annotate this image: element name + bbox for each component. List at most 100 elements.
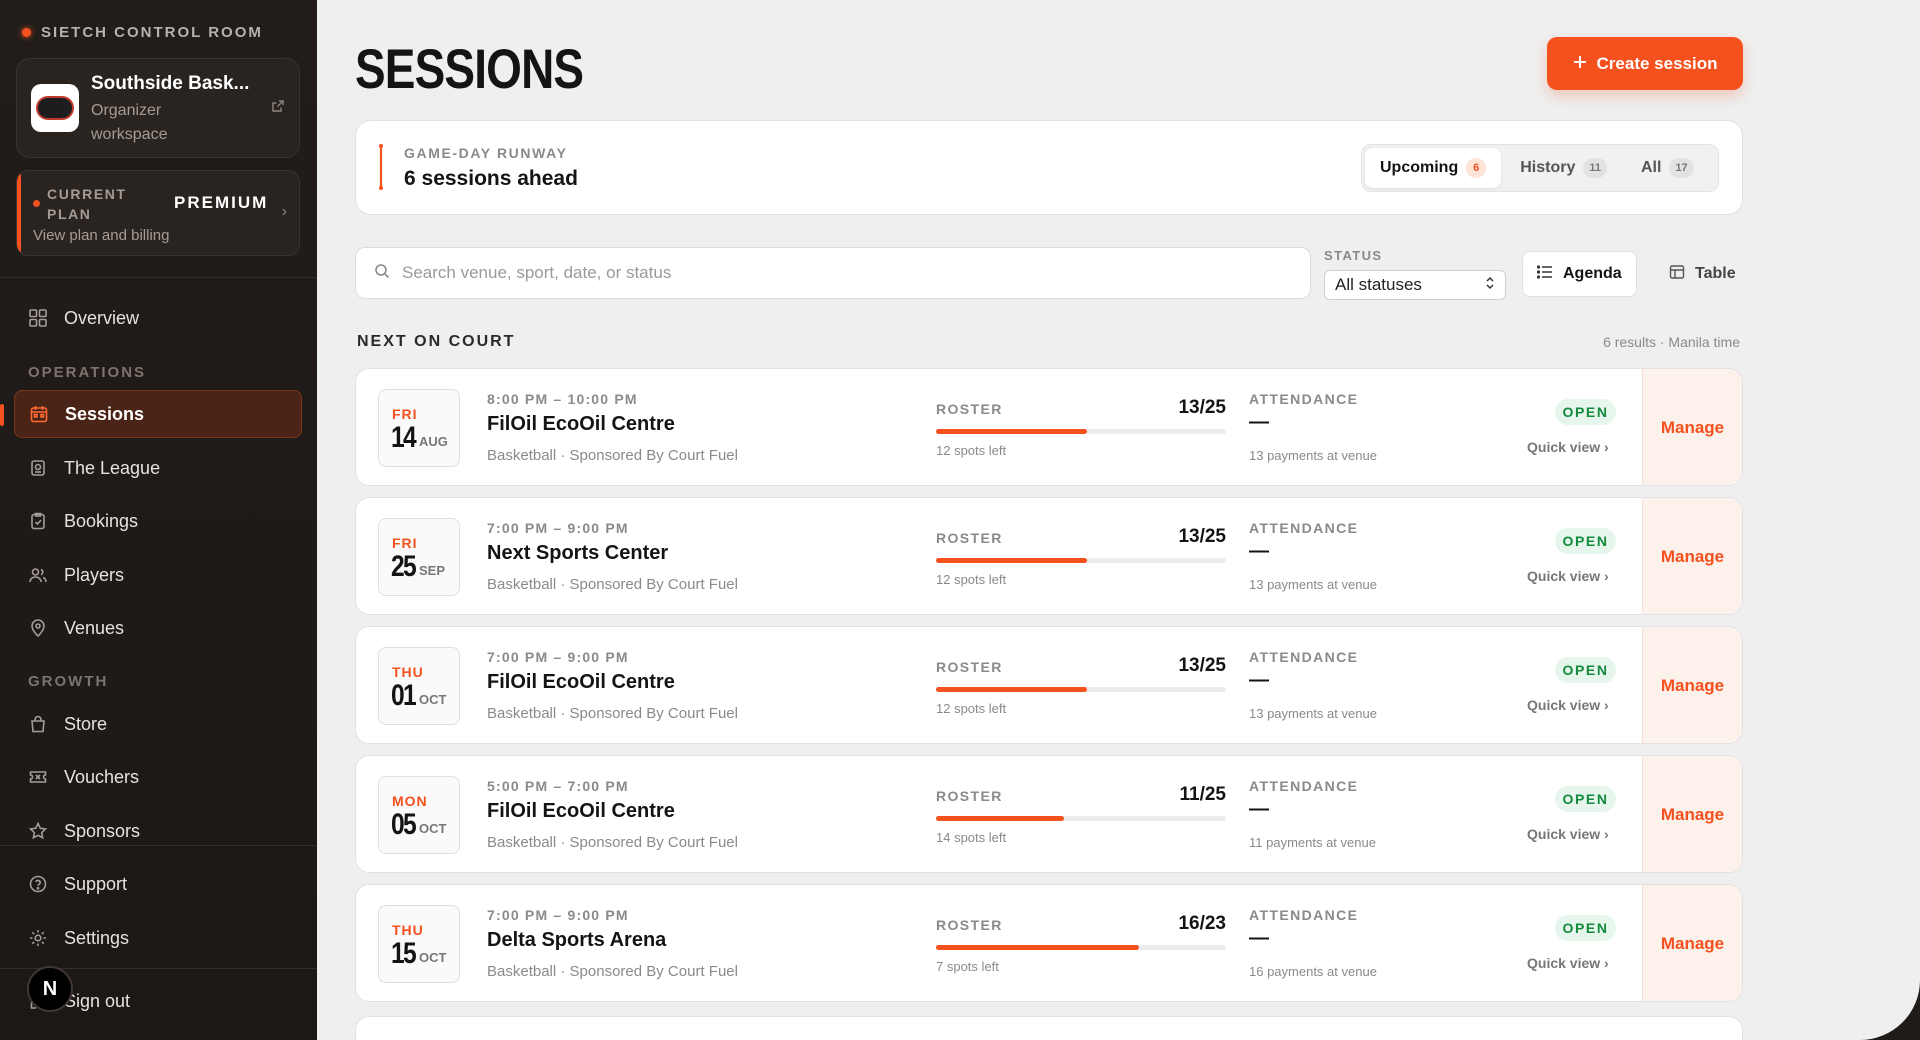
quick-view-link[interactable]: Quick view ›	[1527, 826, 1609, 842]
payments-at-venue: 13 payments at venue	[1249, 448, 1377, 463]
sidebar-item-players[interactable]: Players	[14, 551, 302, 599]
roster-label: ROSTER	[936, 659, 1003, 675]
attendance-label: ATTENDANCE	[1249, 907, 1359, 923]
attendance-label: ATTENDANCE	[1249, 778, 1359, 794]
section-title: NEXT ON COURT	[357, 333, 516, 350]
spots-left: 12 spots left	[936, 443, 1007, 458]
sidebar-item-label: Overview	[64, 307, 140, 328]
results-count: 6 results · Manila time	[1603, 334, 1740, 350]
manage-button[interactable]: Manage	[1642, 627, 1742, 743]
view-agenda-button[interactable]: Agenda	[1522, 251, 1637, 297]
sidebar-item-league[interactable]: The League	[14, 444, 302, 492]
nav-section-growth: GROWTH	[28, 673, 109, 690]
attendance-value: —	[1249, 798, 1269, 820]
month: OCT	[419, 821, 447, 836]
avatar[interactable]: N	[27, 966, 73, 1012]
day-number: 14	[391, 421, 417, 454]
roster-count: 11/25	[1179, 784, 1227, 805]
session-card[interactable]: THU 01 OCT 7:00 PM – 9:00 PM FilOil EcoOil C…	[355, 626, 1743, 744]
roster-progress-fill	[936, 429, 1087, 434]
sidebar-item-overview[interactable]: Overview	[14, 294, 302, 342]
status-select[interactable]: All statuses	[1324, 270, 1506, 300]
sidebar-item-label: Players	[64, 564, 125, 585]
quick-view-link[interactable]: Quick view ›	[1527, 439, 1609, 455]
tab-history[interactable]: History 11	[1505, 148, 1622, 188]
table-icon	[1669, 264, 1685, 285]
brand-text: SIETCH CONTROL ROOM	[41, 24, 263, 41]
org-switcher[interactable]: Southside Bask... Organizer workspace	[16, 58, 300, 158]
roster-label: ROSTER	[936, 530, 1003, 546]
date-badge: FRI 14 AUG	[378, 389, 460, 467]
sidebar-item-support[interactable]: Support	[14, 860, 302, 908]
manage-button[interactable]: Manage	[1642, 885, 1742, 1001]
session-time: 7:00 PM – 9:00 PM	[487, 520, 629, 536]
bag-icon	[28, 714, 48, 734]
quick-view-link[interactable]: Quick view ›	[1527, 955, 1609, 971]
sidebar-item-sessions[interactable]: Sessions	[14, 390, 302, 438]
roster-label: ROSTER	[936, 788, 1003, 804]
create-session-button[interactable]: Create session	[1547, 37, 1743, 90]
current-plan-card[interactable]: CURRENT PLAN PREMIUM View plan and billi…	[16, 170, 300, 256]
date-badge: MON 05 OCT	[378, 776, 460, 854]
external-link-icon[interactable]	[271, 99, 285, 113]
session-card[interactable]: THU 15 OCT 7:00 PM – 9:00 PM Delta Sports Ar…	[355, 884, 1743, 1002]
payments-at-venue: 16 payments at venue	[1249, 964, 1377, 979]
payments-at-venue: 11 payments at venue	[1249, 835, 1376, 850]
attendance-value: —	[1249, 927, 1269, 949]
session-meta: Basketball · Sponsored By Court Fuel	[487, 963, 738, 980]
attendance-value: —	[1249, 669, 1269, 691]
attendance-label: ATTENDANCE	[1249, 649, 1359, 665]
roster-label: ROSTER	[936, 401, 1003, 417]
sidebar: SIETCH CONTROL ROOM Southside Bask... Or…	[0, 0, 317, 1040]
roster-progress	[936, 816, 1226, 821]
attendance-label: ATTENDANCE	[1249, 520, 1359, 536]
session-card[interactable]: FRI 14 AUG 8:00 PM – 10:00 PM FilOil EcoOil …	[355, 368, 1743, 486]
page-title: SESSIONS	[355, 37, 584, 100]
sidebar-item-sponsors[interactable]: Sponsors	[14, 807, 302, 855]
quick-view-link[interactable]: Quick view ›	[1527, 568, 1609, 584]
org-name: Southside Bask...	[91, 73, 250, 94]
view-table-button[interactable]: Table	[1655, 251, 1750, 297]
status-filter-label: STATUS	[1324, 248, 1383, 263]
payments-at-venue: 13 payments at venue	[1249, 577, 1377, 592]
spots-left: 12 spots left	[936, 701, 1007, 716]
attendance-label: ATTENDANCE	[1249, 391, 1359, 407]
session-card[interactable]: MON 05 OCT 5:00 PM – 7:00 PM FilOil EcoOil C…	[355, 755, 1743, 873]
help-icon	[28, 874, 48, 894]
month: SEP	[419, 563, 446, 578]
session-card[interactable]: FRI 25 SEP 7:00 PM – 9:00 PM Next Sports Cen…	[355, 497, 1743, 615]
sidebar-item-label: Sessions	[65, 403, 145, 424]
attendance-value: —	[1249, 540, 1269, 562]
manage-button[interactable]: Manage	[1642, 756, 1742, 872]
manage-button[interactable]: Manage	[1642, 369, 1742, 485]
day-of-week: FRI	[392, 406, 418, 422]
roster-progress-fill	[936, 558, 1087, 563]
sidebar-item-bookings[interactable]: Bookings	[14, 497, 302, 545]
session-meta: Basketball · Sponsored By Court Fuel	[487, 705, 738, 722]
tab-upcoming[interactable]: Upcoming 6	[1365, 148, 1502, 188]
ticket-icon	[28, 767, 48, 787]
nav-section-operations: OPERATIONS	[28, 364, 147, 381]
roster-label: ROSTER	[936, 917, 1003, 933]
search-input[interactable]	[402, 263, 1302, 283]
sidebar-item-store[interactable]: Store	[14, 700, 302, 748]
session-venue: FilOil EcoOil Centre	[487, 413, 675, 435]
quick-view-link[interactable]: Quick view ›	[1527, 697, 1609, 713]
sidebar-item-venues[interactable]: Venues	[14, 604, 302, 652]
tab-all[interactable]: All 17	[1626, 148, 1709, 188]
roster-progress	[936, 429, 1226, 434]
sidebar-item-settings[interactable]: Settings	[14, 914, 302, 962]
session-time: 5:00 PM – 7:00 PM	[487, 778, 629, 794]
plan-billing-link[interactable]: View plan and billing	[33, 227, 170, 244]
runway-line-icon	[379, 144, 383, 190]
sidebar-item-vouchers[interactable]: Vouchers	[14, 753, 302, 801]
day-of-week: MON	[392, 793, 428, 809]
count-badge: 17	[1669, 158, 1694, 178]
manage-button[interactable]: Manage	[1642, 498, 1742, 614]
brand-dot-icon	[22, 28, 31, 37]
create-session-label: Create session	[1596, 53, 1718, 73]
chevron-right-icon: ›	[1604, 697, 1609, 713]
month: OCT	[419, 692, 447, 707]
plan-dot-icon	[33, 200, 40, 207]
sidebar-item-label: Sponsors	[64, 820, 141, 841]
